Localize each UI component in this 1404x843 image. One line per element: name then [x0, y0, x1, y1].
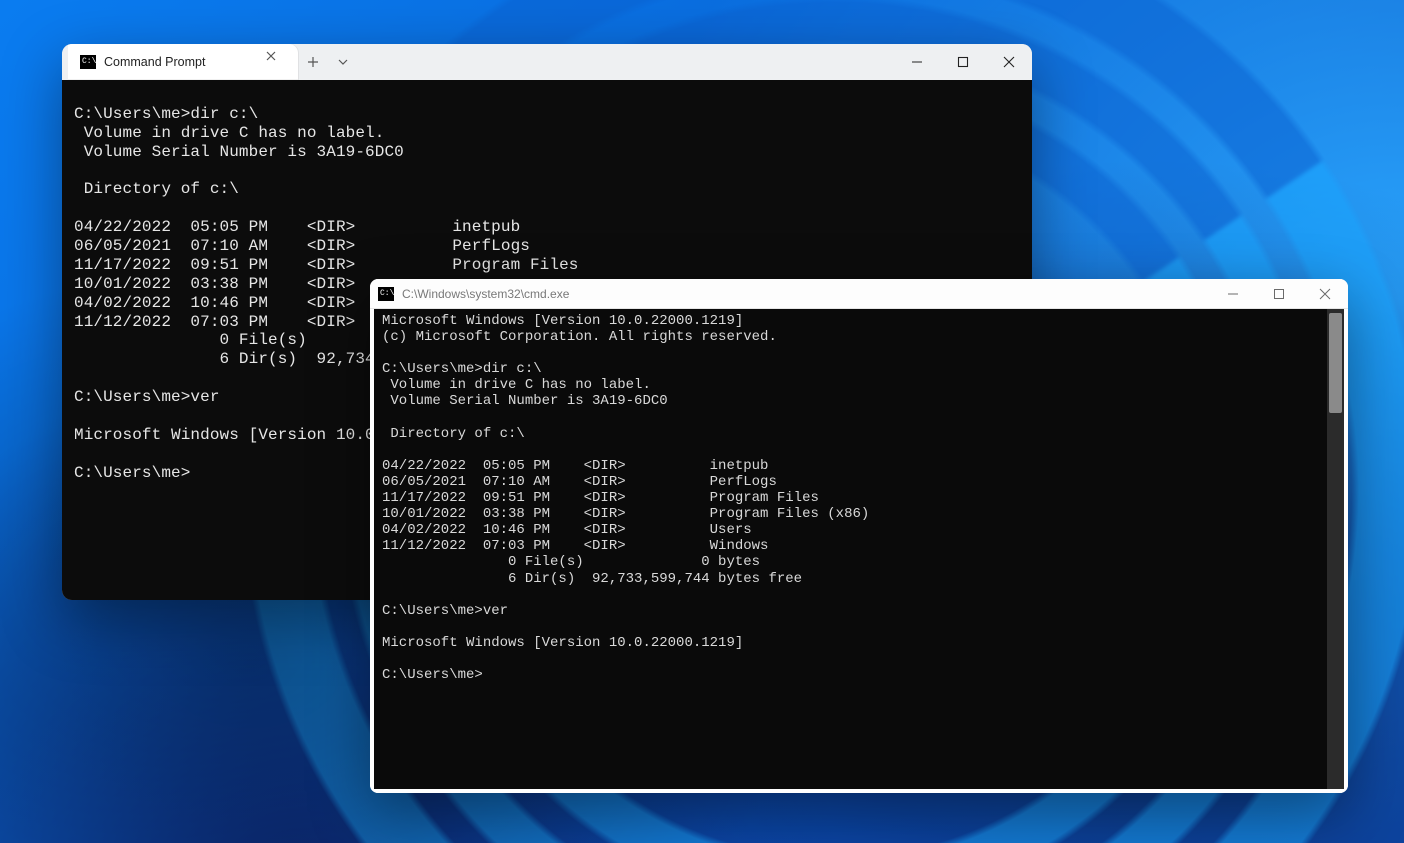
legacy-cmd-window: C:\Windows\system32\cmd.exe Microsoft Wi…	[370, 279, 1348, 793]
minimize-button[interactable]	[894, 44, 940, 80]
terminal-tab-title: Command Prompt	[104, 55, 258, 69]
window-controls	[1210, 279, 1348, 309]
scrollbar[interactable]	[1327, 309, 1344, 789]
maximize-button[interactable]	[940, 44, 986, 80]
legacy-window-title: C:\Windows\system32\cmd.exe	[402, 287, 569, 301]
terminal-tab[interactable]: Command Prompt	[68, 44, 298, 80]
close-button[interactable]	[1302, 279, 1348, 309]
maximize-button[interactable]	[1256, 279, 1302, 309]
cmd-icon	[80, 55, 96, 69]
close-button[interactable]	[986, 44, 1032, 80]
terminal-titlebar[interactable]: Command Prompt	[62, 44, 1032, 80]
window-controls	[894, 44, 1032, 80]
minimize-button[interactable]	[1210, 279, 1256, 309]
legacy-body-wrap: Microsoft Windows [Version 10.0.22000.12…	[370, 309, 1348, 793]
legacy-output[interactable]: Microsoft Windows [Version 10.0.22000.12…	[374, 309, 1344, 789]
tab-close-button[interactable]	[266, 51, 288, 73]
new-tab-button[interactable]	[298, 44, 328, 80]
legacy-titlebar[interactable]: C:\Windows\system32\cmd.exe	[370, 279, 1348, 309]
tab-dropdown-button[interactable]	[328, 44, 358, 80]
cmd-icon	[378, 287, 394, 301]
scrollbar-thumb[interactable]	[1329, 313, 1342, 413]
